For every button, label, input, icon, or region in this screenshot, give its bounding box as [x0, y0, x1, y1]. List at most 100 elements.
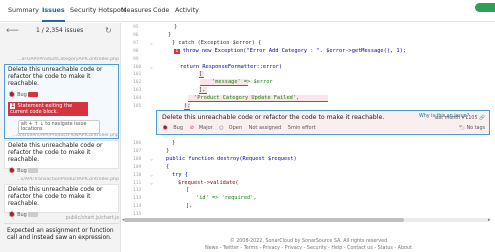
code-text: try { [172, 171, 188, 178]
code-text: { [166, 163, 170, 170]
fold-marker[interactable]: ⌄ [150, 172, 153, 180]
code-text: } catch (Exception $error) { [172, 39, 262, 46]
issue-type[interactable]: Bug [173, 125, 183, 131]
fold-marker[interactable]: ⌄ [150, 64, 153, 72]
location-text: Statement exiting the current code block… [10, 102, 73, 115]
code-text: } [166, 147, 170, 154]
line-number[interactable]: 114 [133, 203, 149, 211]
severity-badge [28, 91, 39, 97]
page-footer: © 2008-2022, SonarCloud by SonarSource S… [122, 238, 495, 252]
major-severity-icon: ⊘ [189, 125, 194, 131]
issue-list-panel: ⟵ 1 / 2,354 issues ↻ ...ars/API/ProductC… [0, 23, 121, 252]
issue-file-path[interactable]: public/chart.js/chart.js [4, 216, 119, 221]
issue-card[interactable]: Delete this unreachable code or refactor… [4, 140, 119, 174]
bug-icon: 🐞 [162, 125, 169, 131]
line-number[interactable]: 106 [133, 140, 149, 148]
issue-meta: 🐞 Bug [8, 167, 115, 175]
code-line: 108 ⌄ public function destroy(Request $req… [122, 156, 495, 164]
line-number[interactable]: 95 [133, 24, 149, 32]
location-marker[interactable]: 1 [174, 48, 180, 55]
tab-security-hotspots[interactable]: Security Hotspots [70, 0, 127, 22]
code-line: 103], [122, 87, 495, 95]
code-text: } [174, 24, 178, 30]
fold-marker[interactable]: ⌄ [150, 180, 153, 188]
horizontal-scrollbar[interactable] [124, 218, 490, 222]
code-text: 'Product Category Update Failed', [194, 95, 300, 102]
issue-type: Bug [17, 91, 27, 98]
code-line: 97 ⌄ } catch (Exception $error) { [122, 40, 495, 48]
tab-issues[interactable]: Issues [42, 0, 65, 22]
tab-summary[interactable]: Summary [8, 0, 39, 22]
code-text: ], [199, 87, 206, 94]
line-number[interactable]: 105 [133, 103, 149, 111]
code-line: 104 'Product Category Update Failed', [122, 95, 495, 103]
issue-tags[interactable]: No tags [467, 126, 485, 131]
tab-code[interactable]: Code [153, 0, 169, 22]
refresh-icon[interactable]: ↻ [105, 26, 112, 36]
issue-file-path[interactable]: ...ars/API/ProductCategoryAPIController.… [4, 57, 119, 62]
scroll-right-icon[interactable]: ▸ [488, 217, 491, 223]
code-line: 101[ [122, 71, 495, 79]
open-status-icon: ○ [219, 125, 224, 131]
line-number[interactable]: 111 [133, 180, 149, 188]
issue-meta: 🐞 Bug [8, 91, 115, 99]
issue-title[interactable]: Delete this unreachable code or refactor… [8, 143, 115, 165]
code-line: 106} [122, 140, 495, 148]
issue-detail-title[interactable]: Delete this unreachable code or refactor… [162, 114, 384, 121]
issue-file-path[interactable]: ...s/API/TransactionProductAPIController… [4, 177, 119, 182]
line-number[interactable]: 113 [133, 195, 149, 203]
code-line: 100 ⌄ return ResponseFormatter::error( [122, 64, 495, 72]
line-number[interactable]: 104 [133, 95, 149, 103]
code-line: 96} [122, 32, 495, 40]
line-number[interactable]: 108 [133, 156, 149, 164]
code-text: $request->validate( [178, 179, 239, 186]
issue-assignee[interactable]: Not assigned [249, 125, 282, 131]
issue-file-path[interactable]: ...ontrollers/API/ProductFlowAPIControll… [4, 133, 119, 138]
line-number[interactable]: 110 [133, 172, 149, 180]
issue-title[interactable]: Delete this unreachable code or refactor… [8, 187, 115, 209]
code-text: throw new Exception("Error Add Category … [182, 47, 406, 54]
line-number[interactable]: 98 [133, 48, 149, 56]
line-number[interactable]: 100 [133, 64, 149, 72]
bug-icon: 🐞 [8, 90, 16, 98]
issue-card-selected[interactable]: Delete this unreachable code or refactor… [4, 64, 119, 139]
code-line: 107} [122, 148, 495, 156]
issue-time-and-line[interactable]: last month ▾ L105 🔗 [434, 116, 485, 121]
footer-links[interactable]: News - Twitter - Terms - Privacy - Priva… [122, 245, 495, 252]
line-number[interactable]: 102 [133, 79, 149, 87]
issue-type: Bug [17, 167, 27, 174]
code-line: 102 'message' => $error [122, 79, 495, 87]
issue-detail-right: last month ▾ L105 🔗 🏷 No tags [434, 114, 485, 134]
issue-title[interactable]: Expected an assignment or function call … [4, 226, 119, 244]
scrollbar-thumb[interactable] [124, 218, 404, 222]
line-number[interactable]: 112 [133, 187, 149, 195]
code-line: 111 ⌄ $request->validate( [122, 180, 495, 188]
back-arrow-icon[interactable]: ⟵ [6, 26, 19, 36]
issue-detail-box[interactable]: Delete this unreachable code or refactor… [156, 110, 490, 135]
issue-status[interactable]: Open [229, 125, 242, 131]
top-tab-bar: Summary Issues Security Hotspots Measure… [0, 0, 495, 22]
issue-location[interactable]: 1 Statement exiting the current code bloc… [8, 101, 88, 116]
tab-activity[interactable]: Activity [175, 0, 199, 22]
tag-icon: 🏷 [458, 126, 466, 131]
code-line: 109 { [122, 164, 495, 172]
code-line: 113 'id' => 'required', [122, 195, 495, 203]
fold-marker[interactable]: ⌄ [150, 40, 153, 48]
issue-title[interactable]: Delete this unreachable code or refactor… [8, 67, 115, 89]
code-line: 99 [122, 56, 495, 64]
line-number[interactable]: 96 [133, 32, 149, 40]
line-number[interactable]: 107 [133, 148, 149, 156]
line-number[interactable]: 109 [133, 164, 149, 172]
issue-severity[interactable]: Major [199, 125, 213, 131]
tab-measures[interactable]: Measures [121, 0, 152, 22]
line-number[interactable]: 97 [133, 40, 149, 48]
line-number[interactable]: 103 [133, 87, 149, 95]
fold-marker[interactable]: ⌄ [150, 156, 153, 164]
line-number[interactable]: 99 [133, 56, 149, 64]
code-line: 110 ⌄ try { [122, 172, 495, 180]
code-text: public function destroy(Request $request… [166, 155, 297, 162]
code-line: 114], [122, 203, 495, 211]
line-number[interactable]: 101 [133, 71, 149, 79]
issue-card[interactable]: Delete this unreachable code or refactor… [4, 184, 119, 218]
issue-detail-meta: 🐞 Bug ⊘ Major ○ Open Not assigned 5min effo… [162, 125, 321, 131]
